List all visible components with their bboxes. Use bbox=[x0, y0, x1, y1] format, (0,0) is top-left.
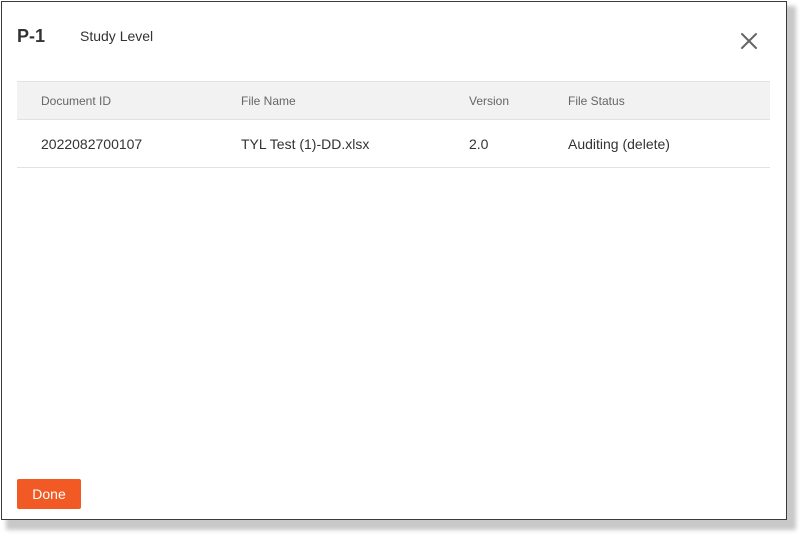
close-icon bbox=[741, 33, 757, 49]
close-button[interactable] bbox=[738, 30, 760, 52]
study-level-dialog: P-1 Study Level Document ID File Name Ve… bbox=[1, 1, 787, 520]
column-header-file-name: File Name bbox=[241, 93, 296, 108]
done-button[interactable]: Done bbox=[17, 479, 81, 509]
documents-table: Document ID File Name Version File Statu… bbox=[17, 81, 770, 168]
column-header-document-id: Document ID bbox=[41, 93, 112, 108]
cell-version: 2.0 bbox=[469, 135, 489, 152]
cell-file-name: TYL Test (1)-DD.xlsx bbox=[241, 135, 370, 152]
table-header: Document ID File Name Version File Statu… bbox=[17, 81, 770, 120]
column-header-file-status: File Status bbox=[568, 93, 625, 108]
dialog-title-code: P-1 bbox=[17, 26, 46, 46]
dialog-header: P-1 Study Level bbox=[2, 2, 786, 72]
column-header-version: Version bbox=[469, 93, 510, 108]
dialog-title-level: Study Level bbox=[80, 28, 154, 44]
table-row: 2022082700107 TYL Test (1)-DD.xlsx 2.0 A… bbox=[17, 120, 770, 168]
cell-document-id: 2022082700107 bbox=[41, 135, 143, 152]
cell-file-status: Auditing (delete) bbox=[568, 135, 670, 152]
